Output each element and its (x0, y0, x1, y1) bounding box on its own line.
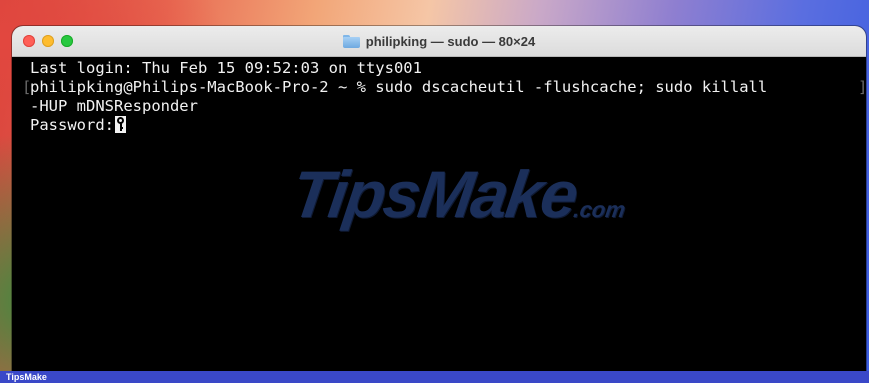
watermark-logo: TipsMake.com (282, 157, 628, 265)
terminal-line-command: philipking@Philips-MacBook-Pro-2 ~ % sud… (30, 78, 768, 96)
terminal-line-last-login: Last login: Thu Feb 15 09:52:03 on ttys0… (30, 59, 422, 77)
terminal-output[interactable]: [ ] Last login: Thu Feb 15 09:52:03 on t… (12, 57, 866, 371)
window-title-group: philipking — sudo — 80×24 (12, 26, 866, 56)
watermark-text: TipsMake (287, 157, 582, 231)
terminal-line-password-prompt[interactable]: Password: (30, 116, 126, 136)
key-icon (117, 117, 124, 132)
line-wrap-marker-right: ] (858, 78, 866, 98)
terminal-window[interactable]: philipking — sudo — 80×24 [ ] Last login… (12, 26, 866, 371)
text-cursor (115, 116, 126, 133)
title-bar[interactable]: philipking — sudo — 80×24 (12, 26, 866, 57)
footer-label: TipsMake (6, 372, 47, 382)
watermark-suffix: .com (571, 197, 627, 222)
terminal-line-command-continued: -HUP mDNSResponder (30, 97, 198, 115)
folder-icon (342, 34, 360, 48)
password-prompt-label: Password: (30, 116, 114, 134)
footer-bar: TipsMake (0, 371, 869, 383)
window-title: philipking — sudo — 80×24 (365, 33, 536, 49)
